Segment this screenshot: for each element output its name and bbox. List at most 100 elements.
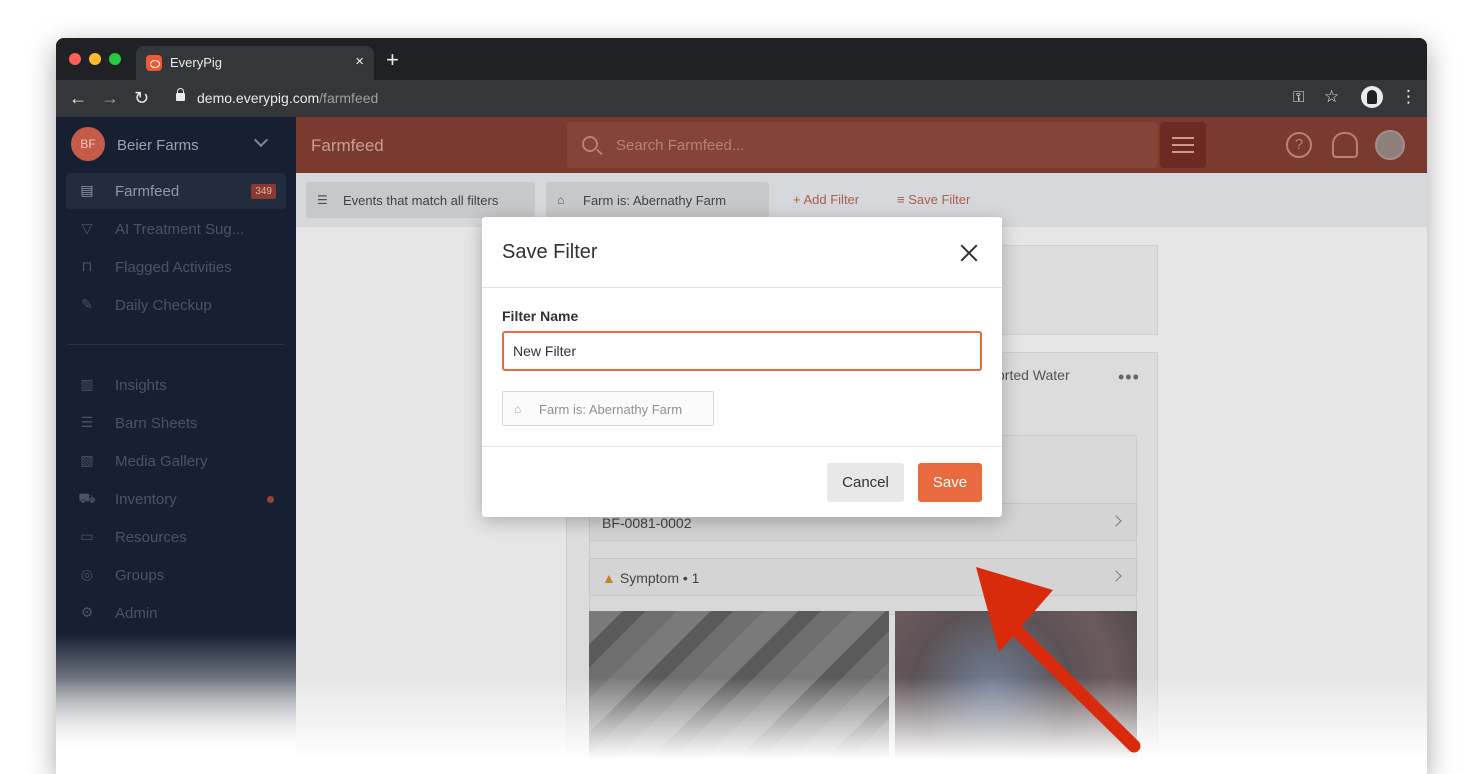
lock-icon xyxy=(176,88,185,101)
group-id: BF-0081-0002 xyxy=(602,515,692,531)
save-filter-link[interactable]: ≡ Save Filter xyxy=(897,192,970,207)
sidebar-item-label: Inventory xyxy=(115,491,177,508)
sidebar-item-farmfeed[interactable]: ▤ Farmfeed 349 xyxy=(66,173,286,209)
tab-title: EveryPig xyxy=(170,55,223,70)
folder-icon: ▭ xyxy=(80,528,94,544)
sidebar-item-label: Insights xyxy=(115,377,167,394)
kebab-menu-icon[interactable]: ⋮ xyxy=(1400,87,1417,107)
chip-label: Events that match all filters xyxy=(343,193,499,208)
close-icon[interactable] xyxy=(959,243,979,263)
page-title: Farmfeed xyxy=(311,136,384,155)
filter-name-label: Filter Name xyxy=(502,308,579,324)
annotation-arrow-icon xyxy=(976,567,1141,753)
arrow-head xyxy=(976,567,1053,652)
chip-label: Farm is: Abernathy Farm xyxy=(583,193,727,208)
browser-window: EveryPig × + ← → ↻ demo.everypig.com/far… xyxy=(56,38,1427,774)
warning-icon: ▲ xyxy=(602,570,616,586)
sliders-icon: ☰ xyxy=(317,193,328,207)
sidebar-item-daily-checkup[interactable]: ✎ Daily Checkup xyxy=(66,287,286,323)
list-icon: ☰ xyxy=(80,414,94,430)
sidebar-item-groups[interactable]: ◎ Groups xyxy=(66,557,286,593)
pig-icon: ◎ xyxy=(80,566,94,582)
screenshot-stage: EveryPig × + ← → ↻ demo.everypig.com/far… xyxy=(0,0,1483,774)
bookmark-icon: ⊓ xyxy=(81,258,93,274)
sliders-icon-line xyxy=(1172,144,1194,146)
sidebar-item-admin[interactable]: ⚙ Admin xyxy=(66,595,286,631)
status-dot xyxy=(267,496,274,503)
back-arrow-icon[interactable]: ← xyxy=(69,88,87,108)
star-icon[interactable]: ☆ xyxy=(1324,87,1339,107)
sidebar-item-barn-sheets[interactable]: ☰ Barn Sheets xyxy=(66,405,286,441)
edit-icon: ✎ xyxy=(81,296,93,312)
card-summary-text: orted Water xyxy=(997,367,1070,383)
funnel-icon: ▽ xyxy=(81,220,93,236)
sidebar-divider xyxy=(68,344,284,345)
user-avatar[interactable] xyxy=(1375,130,1405,160)
sidebar: BF Beier Farms ▤ Farmfeed 349 ▽ AI Treat… xyxy=(56,117,296,774)
reload-icon[interactable]: ↻ xyxy=(134,88,149,108)
sidebar-item-media-gallery[interactable]: ▧ Media Gallery xyxy=(66,443,286,479)
match-all-filters-chip[interactable]: ☰ Events that match all filters xyxy=(306,182,535,218)
modal-title: Save Filter xyxy=(502,241,598,263)
close-window-button[interactable] xyxy=(69,53,81,65)
add-filter-button[interactable]: + Add Filter xyxy=(793,192,859,207)
sidebar-item-label: AI Treatment Sug... xyxy=(115,221,245,238)
feed-photo[interactable] xyxy=(589,611,889,774)
more-options-icon[interactable]: ••• xyxy=(1118,367,1140,388)
symptom-row-text: ▲ Symptom • 1 xyxy=(602,570,699,586)
key-icon[interactable]: ⚿ xyxy=(1293,89,1304,106)
forward-arrow-icon[interactable]: → xyxy=(101,88,119,108)
sidebar-item-insights[interactable]: ▥ Insights xyxy=(66,367,286,403)
bell-icon[interactable] xyxy=(1332,132,1358,158)
minimize-window-button[interactable] xyxy=(89,53,101,65)
arrow-shaft xyxy=(1004,618,1141,753)
chevron-right-icon xyxy=(1110,515,1122,527)
sidebar-item-label: Barn Sheets xyxy=(115,415,198,432)
sidebar-item-label: Farmfeed xyxy=(115,183,180,200)
truck-icon: ⛟ xyxy=(78,490,96,506)
farm-filter-chip[interactable]: ⌂ Farm is: Abernathy Farm xyxy=(546,182,769,218)
sidebar-item-resources[interactable]: ▭ Resources xyxy=(66,519,286,555)
url-host: demo.everypig.com xyxy=(197,90,320,106)
tab-close-icon[interactable]: × xyxy=(355,53,364,70)
url-path: /farmfeed xyxy=(319,90,379,106)
newspaper-icon: ▤ xyxy=(80,182,94,198)
bar-chart-icon: ▥ xyxy=(80,376,94,392)
chip-label: Farm is: Abernathy Farm xyxy=(539,402,683,417)
sliders-icon-line xyxy=(1172,151,1194,153)
sidebar-item-label: Groups xyxy=(115,567,165,584)
cancel-button[interactable]: Cancel xyxy=(827,463,904,502)
barn-icon: ⌂ xyxy=(514,402,522,416)
top-header: Farmfeed Search Farmfeed... ? xyxy=(296,117,1427,173)
chevron-down-icon xyxy=(253,132,269,148)
sliders-icon xyxy=(1172,137,1194,139)
help-icon[interactable]: ? xyxy=(1286,132,1312,158)
filter-name-input[interactable] xyxy=(502,331,982,371)
sidebar-item-inventory[interactable]: ⛟ Inventory xyxy=(66,481,286,517)
tab-strip: EveryPig × + xyxy=(56,38,1427,80)
search-icon xyxy=(582,136,598,152)
modal-farm-filter-chip: ⌂ Farm is: Abernathy Farm xyxy=(502,391,714,426)
everypig-favicon-icon xyxy=(146,55,162,71)
browser-tab[interactable]: EveryPig × xyxy=(136,46,374,80)
maximize-window-button[interactable] xyxy=(109,53,121,65)
browser-profile-icon[interactable] xyxy=(1361,86,1383,108)
search-placeholder: Search Farmfeed... xyxy=(616,137,745,154)
gear-icon: ⚙ xyxy=(80,604,94,620)
notification-badge: 349 xyxy=(251,184,276,199)
sidebar-item-ai-treatment[interactable]: ▽ AI Treatment Sug... xyxy=(66,211,286,247)
search-input[interactable]: Search Farmfeed... xyxy=(567,122,1158,168)
filter-toggle-button[interactable] xyxy=(1160,122,1206,168)
sidebar-item-label: Resources xyxy=(115,529,187,546)
farm-switcher[interactable]: BF Beier Farms xyxy=(56,117,296,173)
sidebar-item-flagged-activities[interactable]: ⊓ Flagged Activities xyxy=(66,249,286,285)
new-tab-button[interactable]: + xyxy=(386,49,399,71)
sidebar-item-label: Flagged Activities xyxy=(115,259,232,276)
farm-name: Beier Farms xyxy=(117,137,199,154)
browser-toolbar: ← → ↻ demo.everypig.com/farmfeed ⚿ ☆ ⋮ xyxy=(56,80,1427,117)
sidebar-fade-overlay xyxy=(56,634,296,774)
sidebar-item-label: Daily Checkup xyxy=(115,297,212,314)
image-icon: ▧ xyxy=(80,452,94,468)
save-button[interactable]: Save xyxy=(918,463,982,502)
address-bar[interactable]: demo.everypig.com/farmfeed xyxy=(197,90,378,106)
